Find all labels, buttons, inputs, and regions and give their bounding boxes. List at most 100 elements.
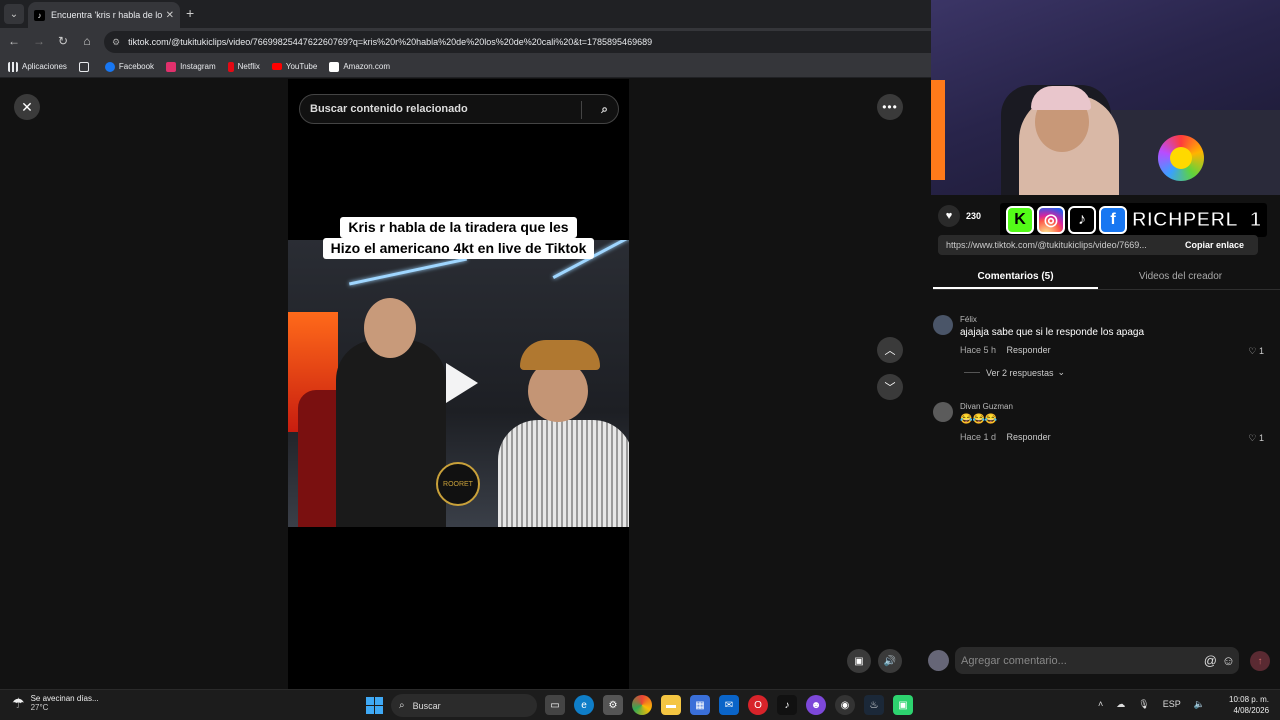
store-icon[interactable]: ▦ [690, 695, 710, 715]
panel-tabs: Comentarios (5) Videos del creador [933, 263, 1280, 290]
avatar[interactable] [933, 315, 953, 335]
pinned-apps: ▭ e ⚙ ▬ ▦ ✉ O ♪ ☻ ◉ ♨ ▣ [545, 695, 922, 715]
task-view-icon[interactable]: ▭ [545, 695, 565, 715]
reload-icon[interactable]: ↻ [55, 34, 71, 48]
weather-widget[interactable]: ☂ Se avecinan días... 27°C [12, 694, 99, 712]
taskbar: ☂ Se avecinan días... 27°C ⌕ Buscar ▭ e … [0, 689, 1280, 720]
chevron-up-icon: ︿ [884, 345, 896, 357]
tiktok-icon: ♪ [34, 9, 45, 21]
person-right [498, 340, 629, 527]
clock-time: 10:08 p. m. [1229, 695, 1270, 704]
reply-button[interactable]: Responder [1007, 432, 1051, 442]
screen: ⌄ ♪ Encuentra 'kris r habla de los d... … [0, 0, 1280, 720]
comment-placeholder: Agregar comentario... [961, 654, 1067, 667]
more-options-button[interactable]: ••• [877, 94, 903, 120]
view-replies-button[interactable]: Ver 2 respuestas ⌄ [964, 367, 1065, 378]
site-info-icon[interactable]: ⚙ [112, 37, 120, 48]
comment-text: 😂😂😂 [960, 414, 998, 425]
bookmark-amazon[interactable]: Amazon.com [329, 61, 390, 72]
home-icon[interactable]: ⌂ [79, 34, 95, 48]
bookmark-youtube[interactable]: YouTube [271, 62, 317, 71]
copy-link-button[interactable]: Copiar enlace [1173, 240, 1258, 250]
mention-icon[interactable]: @ [1204, 653, 1217, 668]
comment-meta: Hace 1 d Responder [960, 432, 1051, 442]
channel-logo: ROORET [436, 462, 480, 506]
tab-comments[interactable]: Comentarios (5) [933, 263, 1098, 289]
caption-line-1: Kris r habla de la tiradera que les [340, 217, 577, 238]
tab-search-dropdown[interactable]: ⌄ [4, 4, 24, 24]
previous-video-button[interactable]: ︿ [877, 337, 903, 363]
comment-input[interactable]: Agregar comentario... @ ☺ [955, 647, 1239, 674]
taskbar-search-label: Buscar [412, 700, 441, 711]
file-explorer-icon[interactable]: ▬ [661, 695, 681, 715]
comment-time: Hace 1 d [960, 432, 997, 442]
comment-like-button[interactable]: ♡ 1 [1248, 433, 1264, 444]
bookmark-grid[interactable] [78, 61, 93, 72]
address-bar[interactable]: ⚙ tiktok.com/@tukitukiclips/video/766998… [104, 31, 931, 53]
chevron-down-icon: ⌄ [1057, 367, 1066, 377]
back-icon[interactable]: ← [6, 34, 22, 48]
browser-toolbar: ← → ↻ ⌂ ⚙ tiktok.com/@tukitukiclips/vide… [0, 28, 931, 56]
tab-close-icon[interactable]: ✕ [166, 10, 174, 21]
search-icon[interactable]: ⌕ [601, 102, 608, 117]
picture-in-picture-icon: ▣ [854, 655, 864, 667]
bookmark-facebook[interactable]: Facebook [104, 61, 154, 72]
clock[interactable]: 10:08 p. m. 4/08/2026 [1229, 694, 1269, 716]
clock-date: 4/08/2026 [1233, 706, 1270, 715]
taskbar-search[interactable]: ⌕ Buscar [391, 694, 537, 717]
cloud-icon[interactable]: ☁ [1116, 699, 1125, 710]
comment-item: Félix ajajaja sabe que si le responde lo… [933, 315, 1280, 385]
chevron-down-icon: ⌄ [9, 8, 19, 20]
new-tab-button[interactable]: + [186, 5, 194, 21]
settings-icon[interactable]: ⚙ [603, 695, 623, 715]
microphone-icon[interactable]: 🎙 [1138, 699, 1149, 710]
steam-icon[interactable]: ♨ [864, 695, 884, 715]
emoji-icon[interactable]: ☺ [1222, 653, 1235, 668]
comment-author[interactable]: Divan Guzman [960, 402, 1013, 411]
mail-icon[interactable]: ✉ [719, 695, 739, 715]
replies-divider [964, 372, 980, 373]
video-frame[interactable]: ROORET [288, 240, 629, 527]
tiktok-icon[interactable]: ♪ [777, 695, 797, 715]
bookmark-instagram[interactable]: Instagram [166, 61, 216, 72]
forward-icon[interactable]: → [31, 34, 47, 48]
obs-icon[interactable]: ◉ [835, 695, 855, 715]
share-url: https://www.tiktok.com/@tukitukiclips/vi… [946, 240, 1147, 250]
play-icon[interactable] [446, 363, 478, 403]
caption-line-2: Hizo el americano 4kt en live de Tiktok [322, 238, 595, 259]
heart-icon[interactable]: ♥ [938, 205, 960, 227]
comment-like-count: 1 [1258, 433, 1264, 443]
reply-button[interactable]: Responder [1007, 345, 1051, 355]
avatar[interactable] [933, 402, 953, 422]
comment-author[interactable]: Félix [960, 315, 977, 324]
windows-logo-tile [366, 706, 374, 714]
rain-cloud-icon: ☂ [12, 694, 25, 711]
like-control[interactable]: ♥ 230 [938, 205, 981, 227]
chevron-up-icon[interactable]: ˄ [1098, 699, 1103, 710]
comment-composer: Agregar comentario... @ ☺ ↑ [918, 640, 1280, 680]
discord-icon[interactable]: ☻ [806, 695, 826, 715]
volume-button[interactable]: 🔊 [878, 649, 902, 673]
comments-panel: ♥ 230 K ◎ ♪ f RICHPERL_1 https://www.tik… [918, 195, 1280, 689]
netflix-icon [227, 61, 234, 72]
comment-like-button[interactable]: ♡ 1 [1248, 346, 1264, 357]
opera-icon[interactable]: O [748, 695, 768, 715]
start-button[interactable] [366, 697, 383, 714]
next-video-button[interactable]: ﹀ [877, 374, 903, 400]
language-indicator[interactable]: ESP [1163, 699, 1181, 710]
pip-button[interactable]: ▣ [847, 649, 871, 673]
tab-creator-videos[interactable]: Videos del creador [1098, 263, 1263, 289]
bookmark-netflix[interactable]: Netflix [227, 61, 260, 72]
browser-tab[interactable]: ♪ Encuentra 'kris r habla de los d... ✕ [28, 2, 180, 28]
bookmark-apps[interactable]: Aplicaciones [8, 61, 67, 72]
windows-logo-tile [375, 697, 383, 705]
flower-decoration [1158, 135, 1204, 181]
system-tray: ˄ ☁ 🎙 ESP 🔈 [1098, 699, 1218, 710]
app-icon[interactable]: ▣ [893, 695, 913, 715]
related-search-input[interactable]: Buscar contenido relacionado ⌕ [299, 94, 619, 124]
post-comment-button[interactable]: ↑ [1250, 651, 1270, 671]
speaker-icon[interactable]: 🔈 [1194, 699, 1205, 710]
edge-icon[interactable]: e [574, 695, 594, 715]
chrome-icon[interactable] [632, 695, 652, 715]
close-viewer-button[interactable]: ✕ [14, 94, 40, 120]
